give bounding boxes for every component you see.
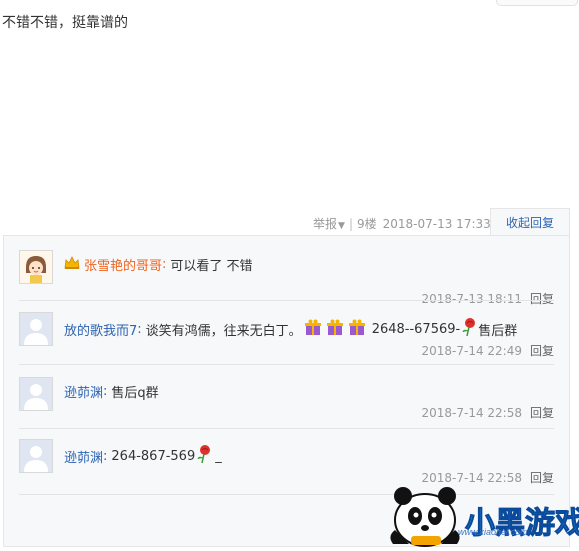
reply-date: 2018-7-13 18:11 <box>421 291 522 306</box>
reply-divider <box>19 364 554 365</box>
reply-text: 264-867-569 <box>111 448 196 464</box>
reply-content: 放的歌我而7 : 谈笑有鸿儒，往来无白丁。 2648--67569- 售后群 <box>64 317 517 341</box>
reply-text-number: 2648--67569- <box>371 321 461 337</box>
reply-footer: 2018-7-14 22:58 回复 <box>421 404 554 421</box>
report-label[interactable]: 举报 <box>313 217 337 231</box>
gift-icon <box>348 318 366 340</box>
post-content: 不错不错，挺靠谱的 <box>2 15 128 31</box>
reply-button[interactable]: 回复 <box>530 290 554 307</box>
avatar[interactable] <box>19 312 53 346</box>
meta-separator: | <box>348 216 353 231</box>
reply-text: 售后q群 <box>111 386 159 401</box>
reply-text-tail: 售后群 <box>478 323 518 339</box>
gift-icon <box>304 318 322 340</box>
report-link[interactable]: 举报▼ <box>313 215 345 232</box>
reply-button[interactable]: 回复 <box>530 342 554 359</box>
reply-date: 2018-7-14 22:58 <box>421 405 522 420</box>
reply-username[interactable]: 张雪艳的哥哥 <box>84 255 162 274</box>
reply-text: 可以看了 不错 <box>170 259 253 274</box>
reply-button[interactable]: 回复 <box>530 404 554 421</box>
reply-footer: 2018-7-13 18:11 回复 <box>421 290 554 307</box>
avatar[interactable] <box>19 439 53 473</box>
reply-item: 逊茆渊 : 售后q群 2018-7-14 22:58 回复 <box>19 377 554 429</box>
top-edge-badge <box>496 0 578 6</box>
cartoon-girl-avatar-icon <box>20 251 52 283</box>
collapse-replies-button[interactable]: 收起回复 <box>490 208 570 236</box>
reply-content: 张雪艳的哥哥 : 可以看了 不错 <box>64 255 253 274</box>
post-date: 2018-07-13 17:33 <box>382 216 491 231</box>
reply-text-tail: _ <box>215 448 222 464</box>
avatar[interactable] <box>19 377 53 411</box>
reply-colon: : <box>162 257 167 272</box>
default-avatar-icon <box>20 313 52 345</box>
rose-icon <box>196 444 212 468</box>
reply-item: 张雪艳的哥哥 : 可以看了 不错 2018-7-13 18:11 回复 <box>19 250 554 306</box>
watermark-url: www.xiaohei.com <box>458 527 528 537</box>
reply-content: 逊茆渊 : 264-867-569 _ <box>64 444 222 468</box>
reply-colon: : <box>103 384 108 399</box>
reply-divider <box>19 428 554 429</box>
reply-text: 谈笑有鸿儒，往来无白丁。 <box>145 323 302 339</box>
default-avatar-icon <box>20 378 52 410</box>
reply-username[interactable]: 逊茆渊 <box>64 382 103 401</box>
floor-number: 9楼 <box>356 217 377 231</box>
reply-divider <box>19 300 554 301</box>
default-avatar-icon <box>20 440 52 472</box>
reply-username[interactable]: 逊茆渊 <box>64 447 103 466</box>
reply-username[interactable]: 放的歌我而7 <box>64 320 137 339</box>
rose-icon <box>461 317 477 341</box>
crown-icon <box>64 255 80 274</box>
post-meta: 举报▼ | 9楼 2018-07-13 17:33 <box>313 215 491 232</box>
gift-icon <box>326 318 344 340</box>
reply-colon: : <box>137 321 142 337</box>
reply-item: 放的歌我而7 : 谈笑有鸿儒，往来无白丁。 2648--67569- 售后群 2… <box>19 312 554 364</box>
reply-footer: 2018-7-14 22:49 回复 <box>421 342 554 359</box>
avatar[interactable] <box>19 250 53 284</box>
reply-colon: : <box>103 448 108 464</box>
reply-date: 2018-7-14 22:49 <box>421 343 522 358</box>
reply-content: 逊茆渊 : 售后q群 <box>64 382 159 401</box>
caret-down-icon[interactable]: ▼ <box>338 221 345 231</box>
